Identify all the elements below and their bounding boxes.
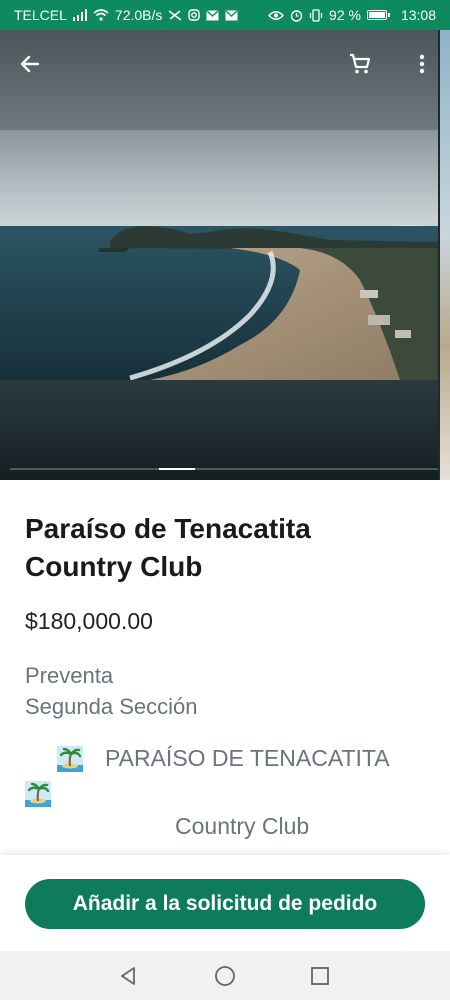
nav-recents-button[interactable] <box>307 963 333 989</box>
bottom-action-bar: Añadir a la solicitud de pedido <box>0 855 450 951</box>
arrow-left-icon <box>20 55 40 73</box>
more-vert-icon <box>419 54 425 74</box>
product-info: Paraíso de Tenacatita Country Club $180,… <box>25 510 425 722</box>
mute-icon <box>168 10 182 21</box>
product-price: $180,000.00 <box>25 608 153 634</box>
triangle-back-icon <box>121 967 135 985</box>
more-options-button[interactable] <box>404 46 440 82</box>
circle-home-icon <box>215 966 235 986</box>
nav-home-button[interactable] <box>212 963 238 989</box>
shopping-cart-icon <box>350 53 371 74</box>
instagram-icon <box>188 9 201 21</box>
description-line-3: Country Club <box>175 813 310 839</box>
battery-icon <box>366 10 390 20</box>
mail-icon <box>225 9 238 20</box>
carousel-indicator-active <box>159 468 195 470</box>
photo-backdrop-bottom <box>0 380 438 480</box>
next-photo-preview[interactable] <box>440 30 450 480</box>
status-bar: TELCEL 72.0B/s 92 % 13:08 <box>0 0 450 30</box>
image-carousel[interactable] <box>0 30 450 480</box>
category-line-2: Segunda Sección <box>25 694 198 719</box>
palm-tree-icon <box>25 781 51 807</box>
product-category: Preventa Segunda Sección <box>25 660 425 722</box>
alarm-icon <box>290 9 303 22</box>
network-speed: 72.0B/s <box>114 7 163 23</box>
back-button[interactable] <box>12 46 48 82</box>
mail-icon <box>206 9 219 20</box>
eye-icon <box>268 10 284 20</box>
palm-tree-icon <box>57 745 83 772</box>
vibrate-icon <box>309 8 323 22</box>
nav-back-button[interactable] <box>115 963 141 989</box>
square-recents-icon <box>311 967 329 985</box>
system-navigation-bar <box>0 951 450 1000</box>
cart-button[interactable] <box>342 46 378 82</box>
product-photo[interactable] <box>0 130 438 380</box>
carrier-label: TELCEL <box>14 7 67 23</box>
add-to-order-button[interactable]: Añadir a la solicitud de pedido <box>25 879 425 929</box>
description-line-1: PARAÍSO DE TENACATITA <box>105 745 390 771</box>
clock: 13:08 <box>400 7 436 23</box>
signal-icon <box>72 9 87 21</box>
category-line-1: Preventa <box>25 663 114 688</box>
product-title: Paraíso de Tenacatita Country Club <box>25 513 311 582</box>
carousel-indicator <box>10 468 438 470</box>
wifi-icon <box>93 9 109 21</box>
battery-percent: 92 % <box>329 7 361 23</box>
